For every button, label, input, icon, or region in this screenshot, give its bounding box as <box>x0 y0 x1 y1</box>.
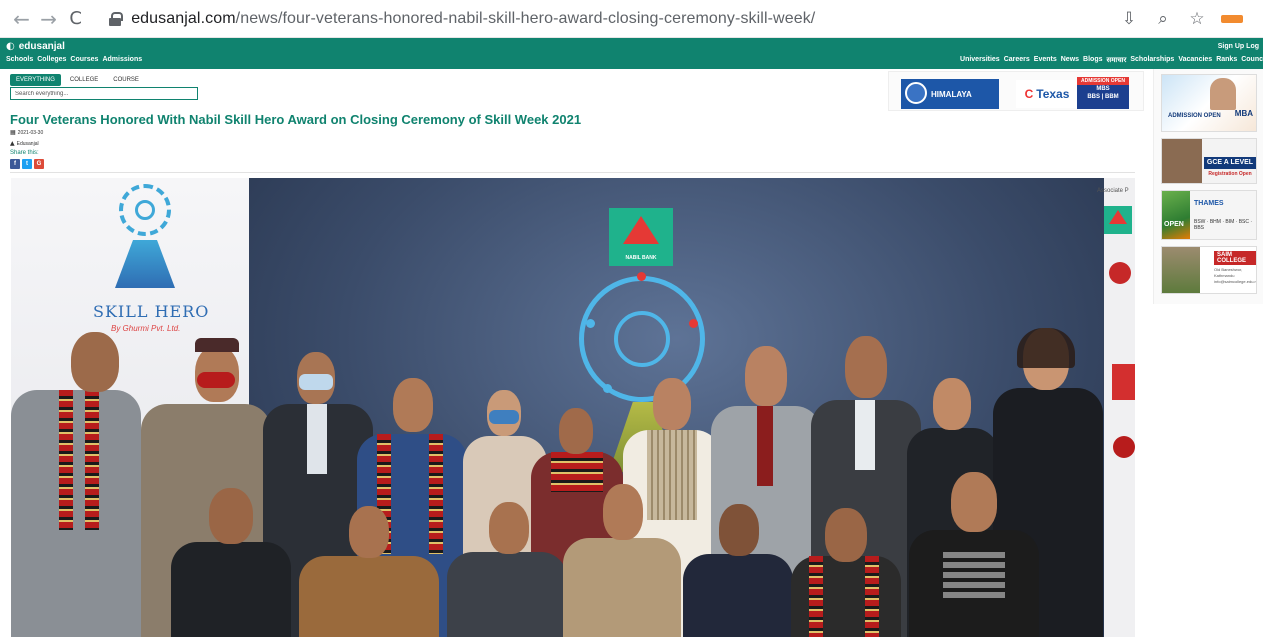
user-icon: ▲ <box>10 140 15 147</box>
article-date-text: 2021-03-30 <box>17 129 44 136</box>
texas-logo-mark: C <box>1024 87 1034 101</box>
himalaya-logo-icon <box>905 82 927 104</box>
thames-ad-stripe: OPEN <box>1162 191 1190 239</box>
mbs-label: MBS <box>1096 86 1110 92</box>
forward-arrow-icon[interactable]: → <box>35 5 62 33</box>
facebook-share-button[interactable]: f <box>10 159 20 169</box>
site-logo[interactable]: ◐ edusanjal <box>6 41 65 52</box>
nav-blogs[interactable]: Blogs <box>1083 56 1102 65</box>
person-figure <box>299 506 439 637</box>
saim-ad-address: Old Baneshwor, Kathmandu info@saimcolleg… <box>1214 267 1257 284</box>
top-banner-ad[interactable]: HIMALAYA C Texas ADMISSION OPEN MBS BBS … <box>888 71 1144 111</box>
person-figure <box>909 472 1039 637</box>
page-content: EVERYTHING COLLEGE COURSE HIMALAYA C Tex… <box>0 69 1263 637</box>
site-navbar: ◐ edusanjal Schools Colleges Courses Adm… <box>0 38 1263 69</box>
tab-everything[interactable]: EVERYTHING <box>10 74 61 86</box>
admission-open-label: ADMISSION OPEN <box>1077 77 1129 85</box>
share-buttons: f t G <box>10 159 44 169</box>
calendar-icon: ▦ <box>10 129 16 136</box>
primary-nav: Schools Colleges Courses Admissions <box>6 56 142 63</box>
extension-icon[interactable] <box>1221 14 1244 23</box>
person-figure <box>563 484 681 637</box>
lock-icon[interactable] <box>109 11 124 26</box>
himalaya-ad[interactable]: HIMALAYA <box>901 79 999 109</box>
zoom-icon[interactable]: ⌕ <box>1153 9 1173 29</box>
mba-ad-admission: ADMISSION OPEN <box>1168 113 1221 119</box>
auth-links: Sign Up Log <box>1218 43 1259 50</box>
saim-ad-label: SAIM COLLEGE <box>1214 251 1256 265</box>
nav-admissions[interactable]: Admissions <box>102 56 142 63</box>
article-author-text[interactable]: Edusanjal <box>17 141 39 147</box>
login-link[interactable]: Log <box>1246 43 1259 50</box>
sidebar-ads: ADMISSION OPEN MBA GCE A LEVEL Registrat… <box>1153 69 1263 304</box>
nav-universities[interactable]: Universities <box>960 56 1000 65</box>
back-arrow-icon[interactable]: ← <box>8 5 35 33</box>
header-divider <box>10 172 1135 173</box>
article-date: ▦ 2021-03-30 <box>10 129 43 136</box>
secondary-nav: Universities Careers Events News Blogs स… <box>960 56 1263 65</box>
twitter-share-button[interactable]: t <box>22 159 32 169</box>
thames-ad-open: OPEN <box>1164 221 1184 228</box>
google-share-button[interactable]: G <box>34 159 44 169</box>
reload-icon[interactable]: C <box>62 5 89 33</box>
thames-ad-label: THAMES <box>1194 200 1224 207</box>
address-bar[interactable]: edusanjal.com/news/four-veterans-honored… <box>99 5 1119 33</box>
tab-college[interactable]: COLLEGE <box>64 74 104 86</box>
saim-ad-image <box>1162 247 1200 293</box>
mba-ad[interactable]: ADMISSION OPEN MBA <box>1161 74 1257 132</box>
thames-ad-programs: BSW · BHM · BIM · BSC · BBS <box>1194 219 1253 231</box>
url-path: /news/four-veterans-honored-nabil-skill-… <box>235 9 816 27</box>
nav-schools[interactable]: Schools <box>6 56 33 63</box>
person-figure <box>791 508 901 637</box>
nav-news[interactable]: News <box>1061 56 1079 65</box>
texas-ad-text: Texas <box>1036 87 1070 101</box>
photo-people-front-row <box>11 178 1135 637</box>
share-label: Share this: <box>10 150 39 156</box>
bookmark-star-icon[interactable]: ☆ <box>1187 9 1207 29</box>
bbs-label: BBS | BBM <box>1087 94 1119 100</box>
mbs-ad[interactable]: ADMISSION OPEN MBS BBS | BBM <box>1077 77 1129 109</box>
ad-person-image <box>1210 78 1236 110</box>
gce-ad-registration: Registration Open <box>1208 171 1252 177</box>
texas-ad[interactable]: C Texas <box>1016 80 1078 108</box>
gce-ad-label: GCE A LEVEL <box>1204 157 1256 169</box>
nav-events[interactable]: Events <box>1034 56 1057 65</box>
gce-ad[interactable]: GCE A LEVEL Registration Open <box>1161 138 1257 184</box>
nav-courses[interactable]: Courses <box>70 56 98 63</box>
article-photo[interactable]: SKILL HERO By Ghurmi Pvt. Ltd. NABIL BAN… <box>11 178 1135 637</box>
search-tabs: EVERYTHING COLLEGE COURSE <box>10 74 145 86</box>
person-figure <box>171 488 291 637</box>
himalaya-ad-text: HIMALAYA <box>931 89 972 99</box>
saim-ad[interactable]: SAIM COLLEGE Old Baneshwor, Kathmandu in… <box>1161 246 1257 294</box>
person-figure <box>447 502 567 637</box>
article-author: ▲ Edusanjal <box>10 140 39 147</box>
brand-name: edusanjal <box>18 41 65 52</box>
nav-careers[interactable]: Careers <box>1004 56 1030 65</box>
signup-link[interactable]: Sign Up <box>1218 43 1244 50</box>
nav-vacancies[interactable]: Vacancies <box>1178 56 1212 65</box>
mba-ad-label: MBA <box>1234 109 1253 118</box>
ad-student-image <box>1162 139 1202 183</box>
search-input[interactable] <box>10 87 198 100</box>
url-text[interactable]: edusanjal.com/news/four-veterans-honored… <box>131 10 815 28</box>
nav-ranks[interactable]: Ranks <box>1216 56 1237 65</box>
nav-scholarships[interactable]: Scholarships <box>1130 56 1174 65</box>
url-domain: edusanjal.com <box>131 9 236 27</box>
person-figure <box>683 504 793 637</box>
thames-ad[interactable]: OPEN THAMES BSW · BHM · BIM · BSC · BBS <box>1161 190 1257 240</box>
nav-samachar[interactable]: समाचार <box>1107 56 1127 65</box>
article-title: Four Veterans Honored With Nabil Skill H… <box>10 112 582 127</box>
install-icon[interactable]: ⇩ <box>1119 9 1139 29</box>
browser-toolbar: ← → C edusanjal.com/news/four-veterans-h… <box>0 0 1263 38</box>
brand-icon: ◐ <box>6 41 15 52</box>
tab-course[interactable]: COURSE <box>107 74 145 86</box>
nav-colleges[interactable]: Colleges <box>37 56 66 63</box>
nav-council[interactable]: Counc <box>1241 56 1263 65</box>
